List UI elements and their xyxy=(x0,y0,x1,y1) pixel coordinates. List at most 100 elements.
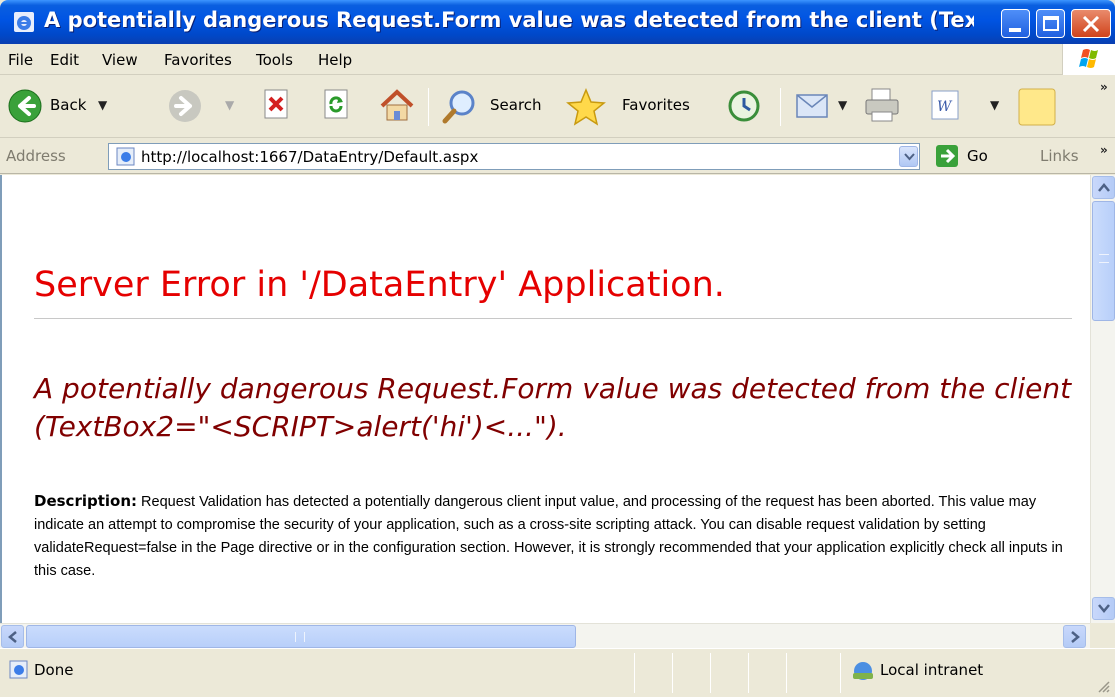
back-dropdown-icon[interactable]: ▼ xyxy=(98,98,107,112)
windows-flag-icon xyxy=(1079,49,1098,68)
menu-file-label: File xyxy=(8,51,34,69)
status-divider xyxy=(710,653,711,693)
forward-dropdown-icon: ▼ xyxy=(225,98,235,112)
error-subtitle: A potentially dangerous Request.Form val… xyxy=(34,372,1072,443)
discuss-button[interactable] xyxy=(1016,86,1060,128)
resize-grip-icon[interactable] xyxy=(1096,679,1110,693)
description-label: Description: xyxy=(34,492,138,510)
note-icon xyxy=(1018,88,1056,126)
maximize-icon xyxy=(1043,16,1059,31)
stop-button[interactable] xyxy=(262,88,296,124)
svg-text:W: W xyxy=(937,99,953,115)
history-button[interactable] xyxy=(726,88,766,126)
browser-window: A potentially dangerous Request.Form val… xyxy=(0,0,1115,697)
menu-file[interactable]: File xyxy=(8,51,33,69)
go-button[interactable]: Go xyxy=(935,144,995,169)
toolbar-overflow-icon[interactable]: » xyxy=(1100,80,1108,94)
print-button[interactable] xyxy=(862,86,906,126)
favorites-star-icon xyxy=(566,88,606,126)
horizontal-scrollbar[interactable] xyxy=(0,623,1090,648)
menu-edit-label: Edit xyxy=(50,51,80,69)
chevron-down-icon xyxy=(1098,604,1110,613)
page-icon xyxy=(116,147,135,166)
edit-dropdown-icon[interactable]: ▼ xyxy=(990,98,999,112)
menu-favorites-label: Favorites xyxy=(164,51,232,69)
menu-view-label: View xyxy=(102,51,138,69)
search-label: Search xyxy=(490,96,542,114)
chevron-up-icon xyxy=(1098,183,1110,192)
address-url: http://localhost:1667/DataEntry/Default.… xyxy=(141,148,479,166)
menu-bar: File Edit View Favorites Tools Help xyxy=(0,44,1115,75)
security-zone: Local intranet xyxy=(880,661,984,679)
toolbar-separator xyxy=(780,88,781,126)
forward-button[interactable]: ▼ xyxy=(168,86,238,126)
error-description: Description: Request Validation has dete… xyxy=(34,490,1074,583)
address-input[interactable]: http://localhost:1667/DataEntry/Default.… xyxy=(108,143,920,170)
menu-tools[interactable]: Tools xyxy=(256,51,293,69)
maximize-button[interactable] xyxy=(1036,9,1065,38)
forward-arrow-icon xyxy=(169,90,201,122)
menu-view[interactable]: View xyxy=(102,51,138,69)
scroll-up-button[interactable] xyxy=(1092,176,1115,199)
history-icon xyxy=(728,90,760,122)
scroll-right-button[interactable] xyxy=(1063,625,1086,648)
go-arrow-icon xyxy=(936,145,958,167)
internet-explorer-icon xyxy=(14,12,34,32)
back-label: Back xyxy=(50,96,87,114)
page-done-icon xyxy=(9,660,28,679)
scrollbar-corner xyxy=(1090,623,1115,648)
search-button[interactable]: Search xyxy=(442,86,554,126)
horizontal-scroll-thumb[interactable] xyxy=(26,625,576,648)
chevron-right-icon xyxy=(1071,631,1080,643)
links-label[interactable]: Links xyxy=(1040,147,1079,165)
menu-help[interactable]: Help xyxy=(318,51,352,69)
mail-button[interactable]: ▼ xyxy=(794,86,856,126)
description-text: Request Validation has detected a potent… xyxy=(34,494,1063,579)
chevron-left-icon xyxy=(8,631,17,643)
menu-edit[interactable]: Edit xyxy=(50,51,79,69)
windows-logo xyxy=(1062,44,1115,75)
address-dropdown-button[interactable] xyxy=(899,146,918,167)
thumb-grip xyxy=(295,632,305,642)
page-content: Server Error in '/DataEntry' Application… xyxy=(0,175,1090,623)
stop-icon xyxy=(264,89,288,119)
address-bar: Address http://localhost:1667/DataEntry/… xyxy=(0,139,1115,174)
menu-help-label: Help xyxy=(318,51,353,69)
status-bar: Done Local intranet xyxy=(0,648,1115,697)
links-overflow-icon[interactable]: » xyxy=(1100,143,1108,157)
title-bar[interactable]: A potentially dangerous Request.Form val… xyxy=(0,0,1115,44)
printer-icon xyxy=(865,88,899,122)
status-text: Done xyxy=(34,661,74,679)
refresh-button[interactable] xyxy=(322,88,356,124)
toolbar-separator xyxy=(428,88,429,126)
back-arrow-icon xyxy=(8,89,42,123)
back-button[interactable]: Back ▼ xyxy=(4,86,159,126)
status-divider xyxy=(634,653,635,693)
home-icon xyxy=(380,89,414,121)
edit-button[interactable]: W ▼ xyxy=(928,86,1008,126)
scroll-left-button[interactable] xyxy=(1,625,24,648)
status-divider xyxy=(840,653,841,693)
scroll-down-button[interactable] xyxy=(1092,597,1115,620)
close-icon xyxy=(1082,16,1100,32)
home-button[interactable] xyxy=(378,86,418,126)
mail-dropdown-icon[interactable]: ▼ xyxy=(838,98,847,112)
word-edit-icon: W xyxy=(931,90,959,120)
thumb-grip xyxy=(1099,254,1109,263)
vertical-scrollbar[interactable] xyxy=(1090,175,1115,623)
status-divider xyxy=(748,653,749,693)
vertical-scroll-thumb[interactable] xyxy=(1092,201,1115,321)
minimize-icon xyxy=(1009,28,1021,32)
status-divider xyxy=(786,653,787,693)
title-divider xyxy=(34,318,1072,319)
standard-toolbar: Back ▼ ▼ Search Favorites ▼ W ▼ » xyxy=(0,76,1115,138)
refresh-icon xyxy=(324,89,348,119)
minimize-button[interactable] xyxy=(1001,9,1030,38)
address-label: Address xyxy=(6,147,66,165)
favorites-button[interactable]: Favorites xyxy=(566,86,706,126)
close-button[interactable] xyxy=(1071,9,1111,38)
menu-favorites[interactable]: Favorites xyxy=(164,51,232,69)
menu-tools-label: Tools xyxy=(256,51,293,69)
error-title: Server Error in '/DataEntry' Application… xyxy=(34,265,725,305)
window-title: A potentially dangerous Request.Form val… xyxy=(44,8,974,32)
